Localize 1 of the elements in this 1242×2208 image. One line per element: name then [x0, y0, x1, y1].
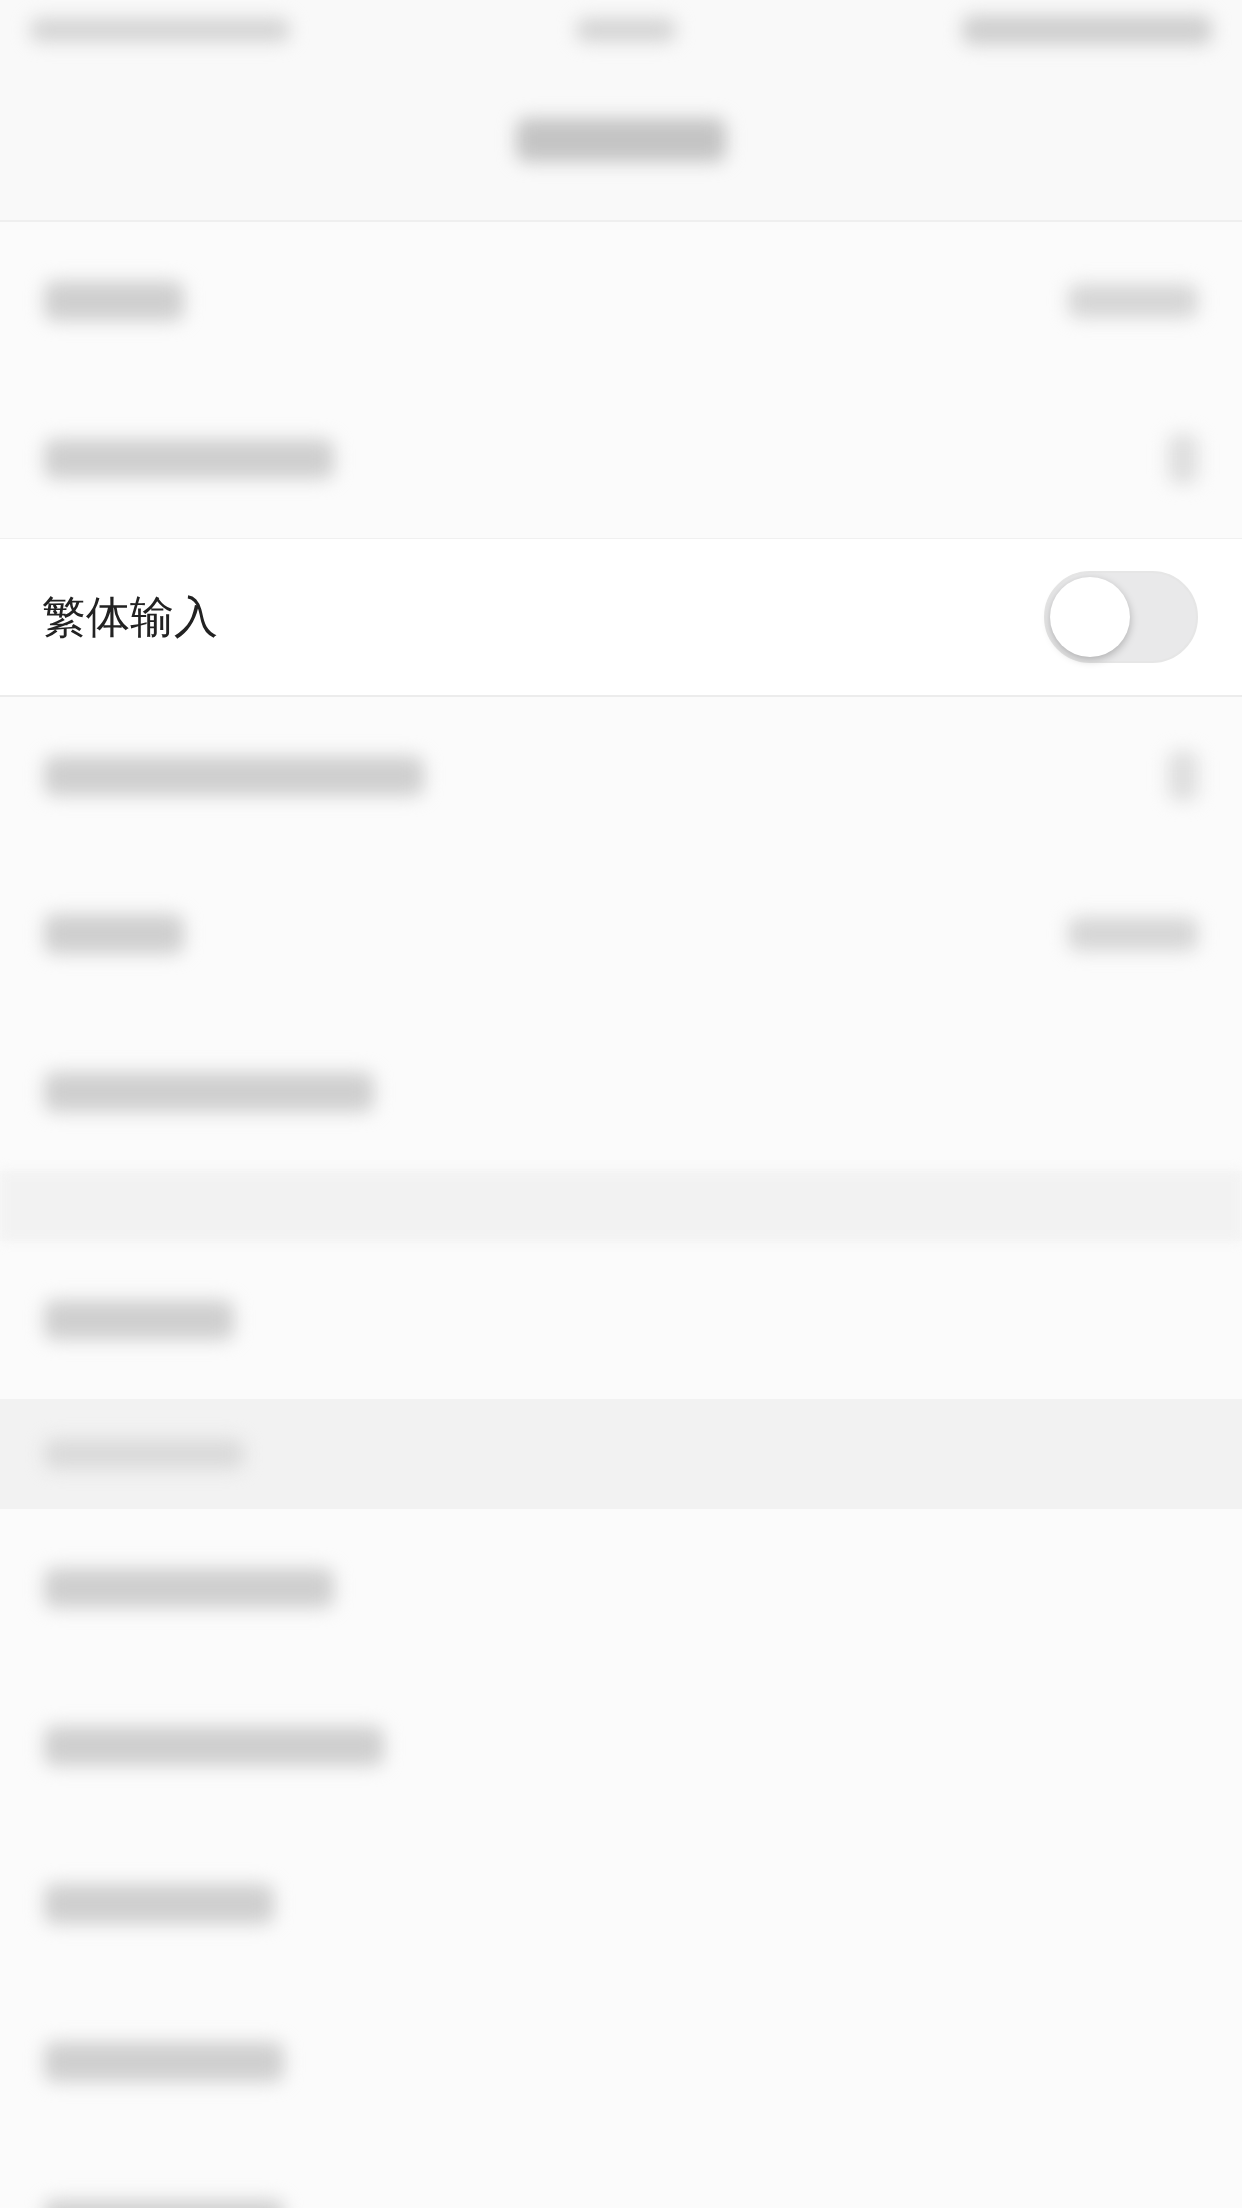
setting-label: 繁体输入 — [42, 589, 218, 644]
